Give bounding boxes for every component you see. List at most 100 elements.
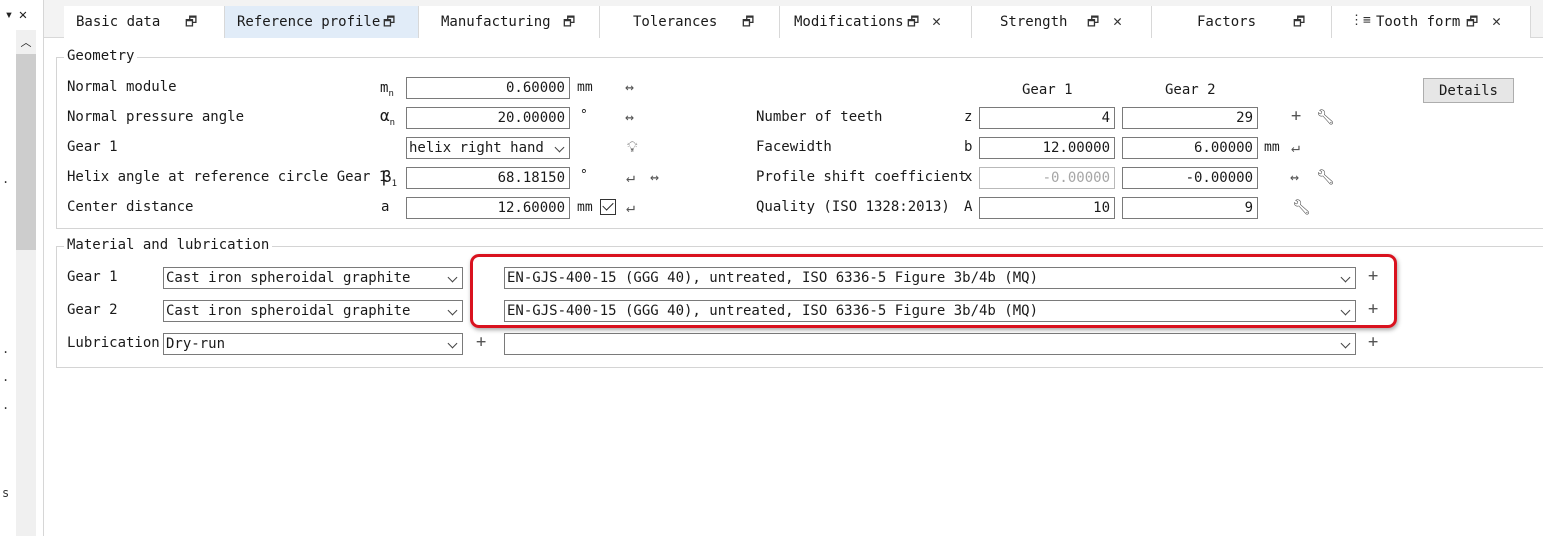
center-distance-label: Center distance <box>67 199 194 215</box>
lubricant-select[interactable] <box>504 333 1356 355</box>
center-distance-symbol: a <box>381 199 390 215</box>
plus-icon[interactable]: + <box>1368 334 1378 351</box>
wrench-icon[interactable]: 🔧︎ <box>1292 199 1311 215</box>
pressure-angle-symbol: αn <box>380 106 396 129</box>
facewidth-gear2-field[interactable]: 6.00000 <box>1122 137 1258 159</box>
restore-window-icon[interactable]: 🗗 <box>185 13 197 35</box>
tooth-form-icon: ⋮≡ <box>1350 13 1371 28</box>
tab-label: Tooth form <box>1376 14 1461 30</box>
quality-gear2-field[interactable]: 9 <box>1122 197 1258 219</box>
plus-icon[interactable]: + <box>476 334 486 351</box>
gear2-material-type-select[interactable]: Cast iron spheroidal graphite <box>163 300 463 322</box>
panel-close-icon[interactable]: ✕ <box>14 6 32 24</box>
restore-window-icon[interactable]: 🗗 <box>563 13 575 35</box>
chevron-down-icon <box>554 142 565 153</box>
helix-angle-unit: ° <box>580 168 588 183</box>
close-tab-icon[interactable]: ✕ <box>1113 12 1122 30</box>
center-distance-field[interactable]: 12.60000 <box>406 197 570 219</box>
quality-label: Quality (ISO 1328:2013) <box>756 199 950 215</box>
profile-shift-symbol: x <box>964 169 973 185</box>
tab-label: Tolerances <box>633 14 718 30</box>
tab-label: Factors <box>1197 14 1257 30</box>
tab-bar: Basic data 🗗 Reference profile 🗗 Manufac… <box>44 0 1543 38</box>
tab-label: Basic data <box>76 14 161 30</box>
gear1-material-type-value: Cast iron spheroidal graphite <box>166 270 411 286</box>
scrollbar-thumb[interactable] <box>16 54 36 250</box>
convert-arrow-icon[interactable]: ↔ <box>650 169 659 185</box>
lubrication-type-select[interactable]: Dry-run <box>163 333 463 355</box>
panel-text-fragment: . <box>2 398 10 412</box>
facewidth-unit: mm <box>1264 140 1280 155</box>
helix-direction-select[interactable]: helix right hand <box>406 137 570 159</box>
chevron-down-icon <box>447 305 458 316</box>
gear1-column-header: Gear 1 <box>1022 82 1073 98</box>
panel-text-fragment: . <box>2 172 10 186</box>
pressure-angle-field[interactable]: 20.00000 <box>406 107 570 129</box>
lightbulb-icon[interactable]: 💡︎ <box>627 139 638 155</box>
helix-angle-symbol: β1 <box>382 167 398 190</box>
convert-arrow-icon[interactable]: ↔ <box>625 109 634 125</box>
gear2-material-label: Gear 2 <box>67 302 118 318</box>
restore-window-icon[interactable]: 🗗 <box>383 13 395 35</box>
teeth-gear2-field[interactable]: 29 <box>1122 107 1258 129</box>
restore-window-icon[interactable]: 🗗 <box>907 13 919 35</box>
geometry-group-title: Geometry <box>64 48 138 64</box>
wrench-icon[interactable]: 🔧︎ <box>1316 169 1335 185</box>
center-distance-unit: mm <box>577 200 593 215</box>
wrench-icon[interactable]: 🔧︎ <box>1316 109 1335 125</box>
chevron-down-icon <box>447 338 458 349</box>
teeth-gear1-field[interactable]: 4 <box>979 107 1115 129</box>
scroll-up-icon[interactable]: ︿ <box>17 33 35 51</box>
profile-shift-label: Profile shift coefficient <box>756 169 967 185</box>
teeth-label: Number of teeth <box>756 109 883 125</box>
tab-modifications[interactable]: Modifications 🗗 ✕ <box>780 6 972 38</box>
tab-label: Modifications <box>794 14 904 30</box>
chevron-down-icon <box>1340 338 1351 349</box>
convert-arrow-icon[interactable]: ↔ <box>625 79 634 95</box>
tab-manufacturing[interactable]: Manufacturing 🗗 <box>419 6 600 38</box>
enter-arrow-icon[interactable]: ↵ <box>626 199 635 215</box>
tab-basic-data[interactable]: Basic data 🗗 <box>64 6 225 38</box>
gear1-material-type-select[interactable]: Cast iron spheroidal graphite <box>163 267 463 289</box>
chevron-down-icon <box>447 272 458 283</box>
tab-strength[interactable]: Strength 🗗 ✕ <box>972 6 1152 38</box>
pressure-angle-label: Normal pressure angle <box>67 109 245 125</box>
tab-tolerances[interactable]: Tolerances 🗗 <box>600 6 780 38</box>
checkmark-icon <box>602 199 614 211</box>
restore-window-icon[interactable]: 🗗 <box>1087 13 1099 35</box>
details-button[interactable]: Details <box>1423 78 1514 103</box>
restore-window-icon[interactable]: 🗗 <box>1293 13 1305 35</box>
helix-direction-value: helix right hand <box>409 140 544 156</box>
gear1-material-label: Gear 1 <box>67 269 118 285</box>
tab-label: Strength <box>1000 14 1068 30</box>
plus-icon[interactable]: + <box>1291 108 1301 125</box>
normal-module-field[interactable]: 0.60000 <box>406 77 570 99</box>
close-tab-icon[interactable]: ✕ <box>932 12 941 30</box>
tab-label: Manufacturing <box>441 14 551 30</box>
restore-window-icon[interactable]: 🗗 <box>1466 13 1478 35</box>
tab-label: Reference profile <box>237 14 381 30</box>
convert-arrow-icon[interactable]: ↔ <box>1290 169 1299 185</box>
profile-shift-gear1-field[interactable]: -0.00000 <box>979 167 1115 189</box>
facewidth-symbol: b <box>964 139 973 155</box>
tab-tooth-form[interactable]: ⋮≡ Tooth form 🗗 ✕ <box>1332 6 1531 38</box>
facewidth-gear1-field[interactable]: 12.00000 <box>979 137 1115 159</box>
center-distance-checkbox[interactable] <box>600 199 616 215</box>
enter-arrow-icon[interactable]: ↵ <box>626 169 635 185</box>
close-tab-icon[interactable]: ✕ <box>1492 12 1501 30</box>
restore-window-icon[interactable]: 🗗 <box>742 13 754 35</box>
profile-shift-gear2-field[interactable]: -0.00000 <box>1122 167 1258 189</box>
gear2-material-type-value: Cast iron spheroidal graphite <box>166 303 411 319</box>
tab-factors[interactable]: Factors 🗗 <box>1152 6 1332 38</box>
tab-reference-profile[interactable]: Reference profile 🗗 <box>225 6 419 38</box>
panel-text-fragment: . <box>2 370 10 384</box>
enter-arrow-icon[interactable]: ↵ <box>1291 139 1300 155</box>
teeth-symbol: z <box>964 109 973 125</box>
quality-gear1-field[interactable]: 10 <box>979 197 1115 219</box>
highlight-annotation <box>470 254 1397 328</box>
left-panel-strip: ▾ ✕ ︿ . . . . s <box>0 0 44 536</box>
helix-angle-field[interactable]: 68.18150 <box>406 167 570 189</box>
lubrication-label: Lubrication <box>67 335 160 351</box>
panel-text-fragment: s <box>2 486 10 500</box>
gear1-helix-label: Gear 1 <box>67 139 118 155</box>
